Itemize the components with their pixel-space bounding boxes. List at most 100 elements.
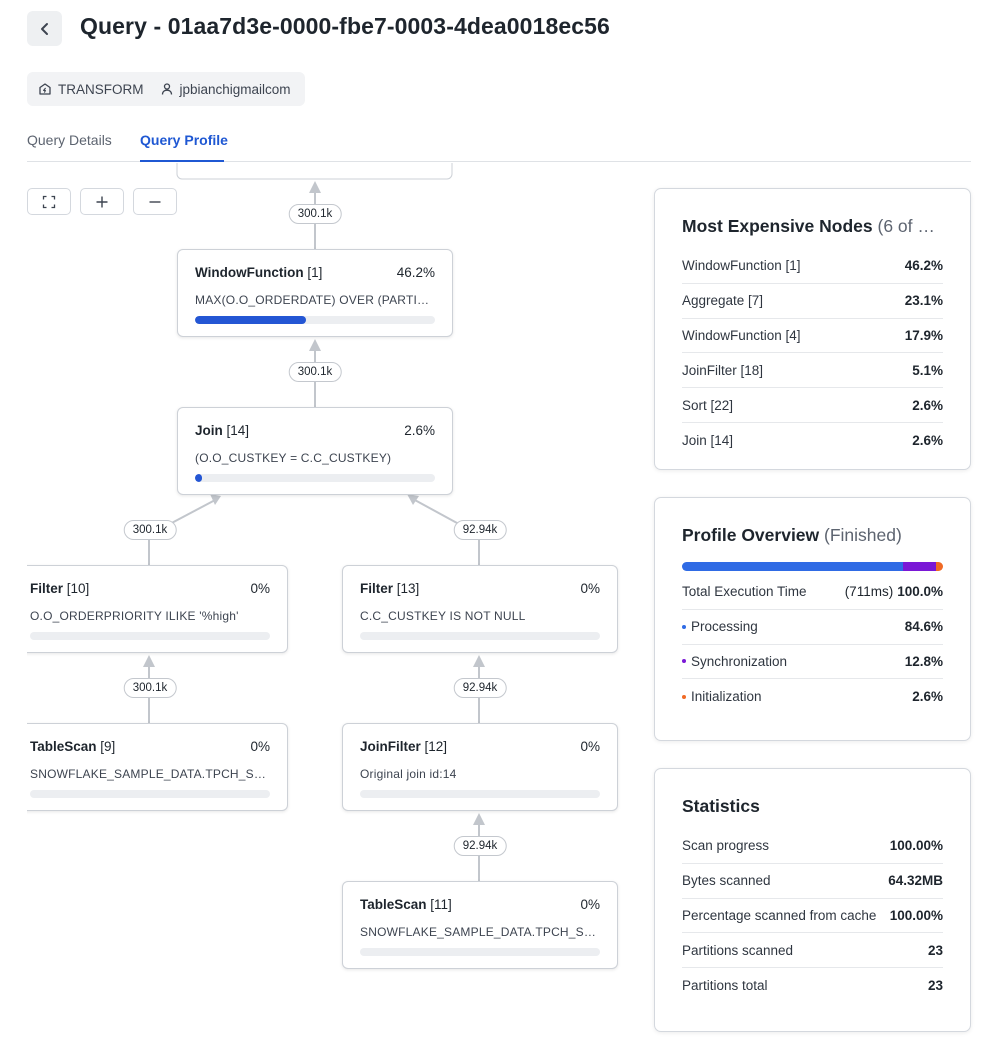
node-joinfilter-12[interactable]: JoinFilter [12] 0% Original join id:14 xyxy=(342,723,618,811)
user-icon xyxy=(160,82,174,96)
expensive-row[interactable]: WindowFunction [1] 46.2% xyxy=(682,249,943,284)
stat-row: Partitions total 23 xyxy=(682,978,943,994)
node-id: [10] xyxy=(66,581,90,596)
active-tab-indicator xyxy=(140,160,224,162)
node-percent: 2.6% xyxy=(404,423,435,438)
node-progress-bar xyxy=(195,474,435,482)
node-progress-bar xyxy=(360,632,600,640)
minus-icon xyxy=(149,200,161,203)
node-id: [9] xyxy=(100,739,116,754)
expensive-row[interactable]: Sort [22] 2.6% xyxy=(682,388,943,423)
execution-time-bar xyxy=(682,562,943,571)
node-name: Filter xyxy=(360,581,394,596)
expensive-row[interactable]: JoinFilter [18] 5.1% xyxy=(682,353,943,389)
stat-row: Bytes scanned 64.32MB xyxy=(682,864,943,899)
edge-row-count: 92.94k xyxy=(453,678,507,698)
warehouse-icon xyxy=(38,82,52,96)
chevron-left-icon xyxy=(40,22,48,35)
synchronization-dot xyxy=(682,659,686,664)
execution-segment xyxy=(902,562,937,571)
node-percent: 0% xyxy=(580,897,600,912)
edge-row-count: 300.1k xyxy=(123,520,177,540)
node-tablescan-11[interactable]: TableScan [11] 0% SNOWFLAKE_SAMPLE_DATA.… xyxy=(342,881,618,969)
query-status: (Finished) xyxy=(824,525,902,545)
fit-screen-icon xyxy=(42,195,56,208)
node-percent: 0% xyxy=(250,739,270,754)
tab-bar: Query Details Query Profile xyxy=(27,118,971,162)
node-percent: 0% xyxy=(580,739,600,754)
node-percent: 0% xyxy=(580,581,600,596)
node-progress-bar xyxy=(195,316,435,324)
initialization-row: Initialization 2.6% xyxy=(682,679,943,714)
node-tablescan-9[interactable]: TableScan [9] 0% SNOWFLAKE_SAMPLE_DATA.T… xyxy=(27,723,288,811)
total-execution-time-row: Total Execution Time (711ms) 100.0% xyxy=(682,575,943,610)
edge-row-count: 300.1k xyxy=(288,204,342,224)
tab-query-details[interactable]: Query Details xyxy=(27,132,112,148)
stat-row: Percentage scanned from cache 100.00% xyxy=(682,899,943,934)
node-count: (6 of … xyxy=(877,216,935,236)
stat-row: Partitions scanned 23 xyxy=(682,933,943,969)
expensive-row[interactable]: Join [14] 2.6% xyxy=(682,423,943,458)
query-profile-graph[interactable]: 300.1k 300.1k 300.1k 92.94k 300.1k 92.94… xyxy=(27,163,627,1051)
card-title: Most Expensive Nodes (6 of … xyxy=(682,216,935,236)
zoom-out-button[interactable] xyxy=(133,188,177,215)
node-detail: Original join id:14 xyxy=(360,767,457,781)
node-name: JoinFilter xyxy=(360,739,421,754)
node-progress-bar xyxy=(30,790,270,798)
stat-row: Scan progress 100.00% xyxy=(682,829,943,864)
node-join-14[interactable]: Join [14] 2.6% (O.O_CUSTKEY = C.C_CUSTKE… xyxy=(177,407,453,495)
edge-row-count: 92.94k xyxy=(453,836,507,856)
page-title: Query - 01aa7d3e-0000-fbe7-0003-4dea0018… xyxy=(80,13,610,39)
node-id: [12] xyxy=(424,739,448,754)
node-percent: 0% xyxy=(250,581,270,596)
node-detail: SNOWFLAKE_SAMPLE_DATA.TPCH_SF1.ORDERS xyxy=(30,767,270,781)
warehouse-name: TRANSFORM xyxy=(58,81,144,97)
profile-overview-card: Profile Overview (Finished) Total Execut… xyxy=(654,497,971,741)
node-progress-bar xyxy=(360,790,600,798)
statistics-card: Statistics Scan progress 100.00% Bytes sc… xyxy=(654,768,971,1032)
back-button[interactable] xyxy=(27,11,62,46)
node-progress-bar xyxy=(360,948,600,956)
node-id: [14] xyxy=(226,423,250,438)
synchronization-row: Synchronization 12.8% xyxy=(682,645,943,680)
node-name: TableScan xyxy=(30,739,97,754)
node-id: [11] xyxy=(430,897,452,912)
node-name: Filter xyxy=(30,581,64,596)
node-detail: C.C_CUSTKEY IS NOT NULL xyxy=(360,609,526,623)
most-expensive-nodes-card: Most Expensive Nodes (6 of … WindowFunct… xyxy=(654,188,971,470)
node-filter-13[interactable]: Filter [13] 0% C.C_CUSTKEY IS NOT NULL xyxy=(342,565,618,653)
node-name: Join xyxy=(195,423,223,438)
processing-dot xyxy=(682,624,686,629)
node-detail: (O.O_CUSTKEY = C.C_CUSTKEY) xyxy=(195,451,392,465)
initialization-dot xyxy=(682,694,686,699)
card-title: Statistics xyxy=(682,796,760,816)
node-detail: MAX(O.O_ORDERDATE) OVER (PARTITION BY O.… xyxy=(195,293,435,307)
node-filter-10[interactable]: Filter [10] 0% O.O_ORDERPRIORITY ILIKE '… xyxy=(27,565,288,653)
node-detail: O.O_ORDERPRIORITY ILIKE '%high' xyxy=(30,609,239,623)
node-progress-fill xyxy=(195,474,203,482)
user-name: jpbianchigmailcom xyxy=(179,81,291,97)
node-detail: SNOWFLAKE_SAMPLE_DATA.TPCH_SF1.CUSTOMER xyxy=(360,925,600,939)
expensive-list: WindowFunction [1] 46.2% Aggregate [7] 23.… xyxy=(682,249,943,458)
execution-segment xyxy=(936,562,943,571)
execution-segment xyxy=(682,562,903,571)
query-meta: TRANSFORM jpbianchigmailcom xyxy=(27,72,305,106)
processing-row: Processing 84.6% xyxy=(682,610,943,645)
node-name: WindowFunction xyxy=(195,265,304,280)
fit-to-screen-button[interactable] xyxy=(27,188,71,215)
node-name: TableScan xyxy=(360,897,427,912)
expensive-row[interactable]: Aggregate [7] 23.1% xyxy=(682,284,943,319)
node-progress-fill xyxy=(195,316,306,324)
edge-row-count: 300.1k xyxy=(288,362,342,382)
node-id: [13] xyxy=(396,581,420,596)
edge-row-count: 92.94k xyxy=(453,520,507,540)
node-window-function-1[interactable]: WindowFunction [1] 46.2% MAX(O.O_ORDERDA… xyxy=(177,249,453,337)
zoom-in-button[interactable] xyxy=(80,188,124,215)
edge-row-count: 300.1k xyxy=(123,678,177,698)
card-title: Profile Overview (Finished) xyxy=(682,525,902,545)
plus-icon xyxy=(96,196,108,207)
tab-query-profile[interactable]: Query Profile xyxy=(140,132,228,148)
node-progress-bar xyxy=(30,632,270,640)
expensive-row[interactable]: WindowFunction [4] 17.9% xyxy=(682,319,943,354)
node-percent: 46.2% xyxy=(396,265,435,280)
